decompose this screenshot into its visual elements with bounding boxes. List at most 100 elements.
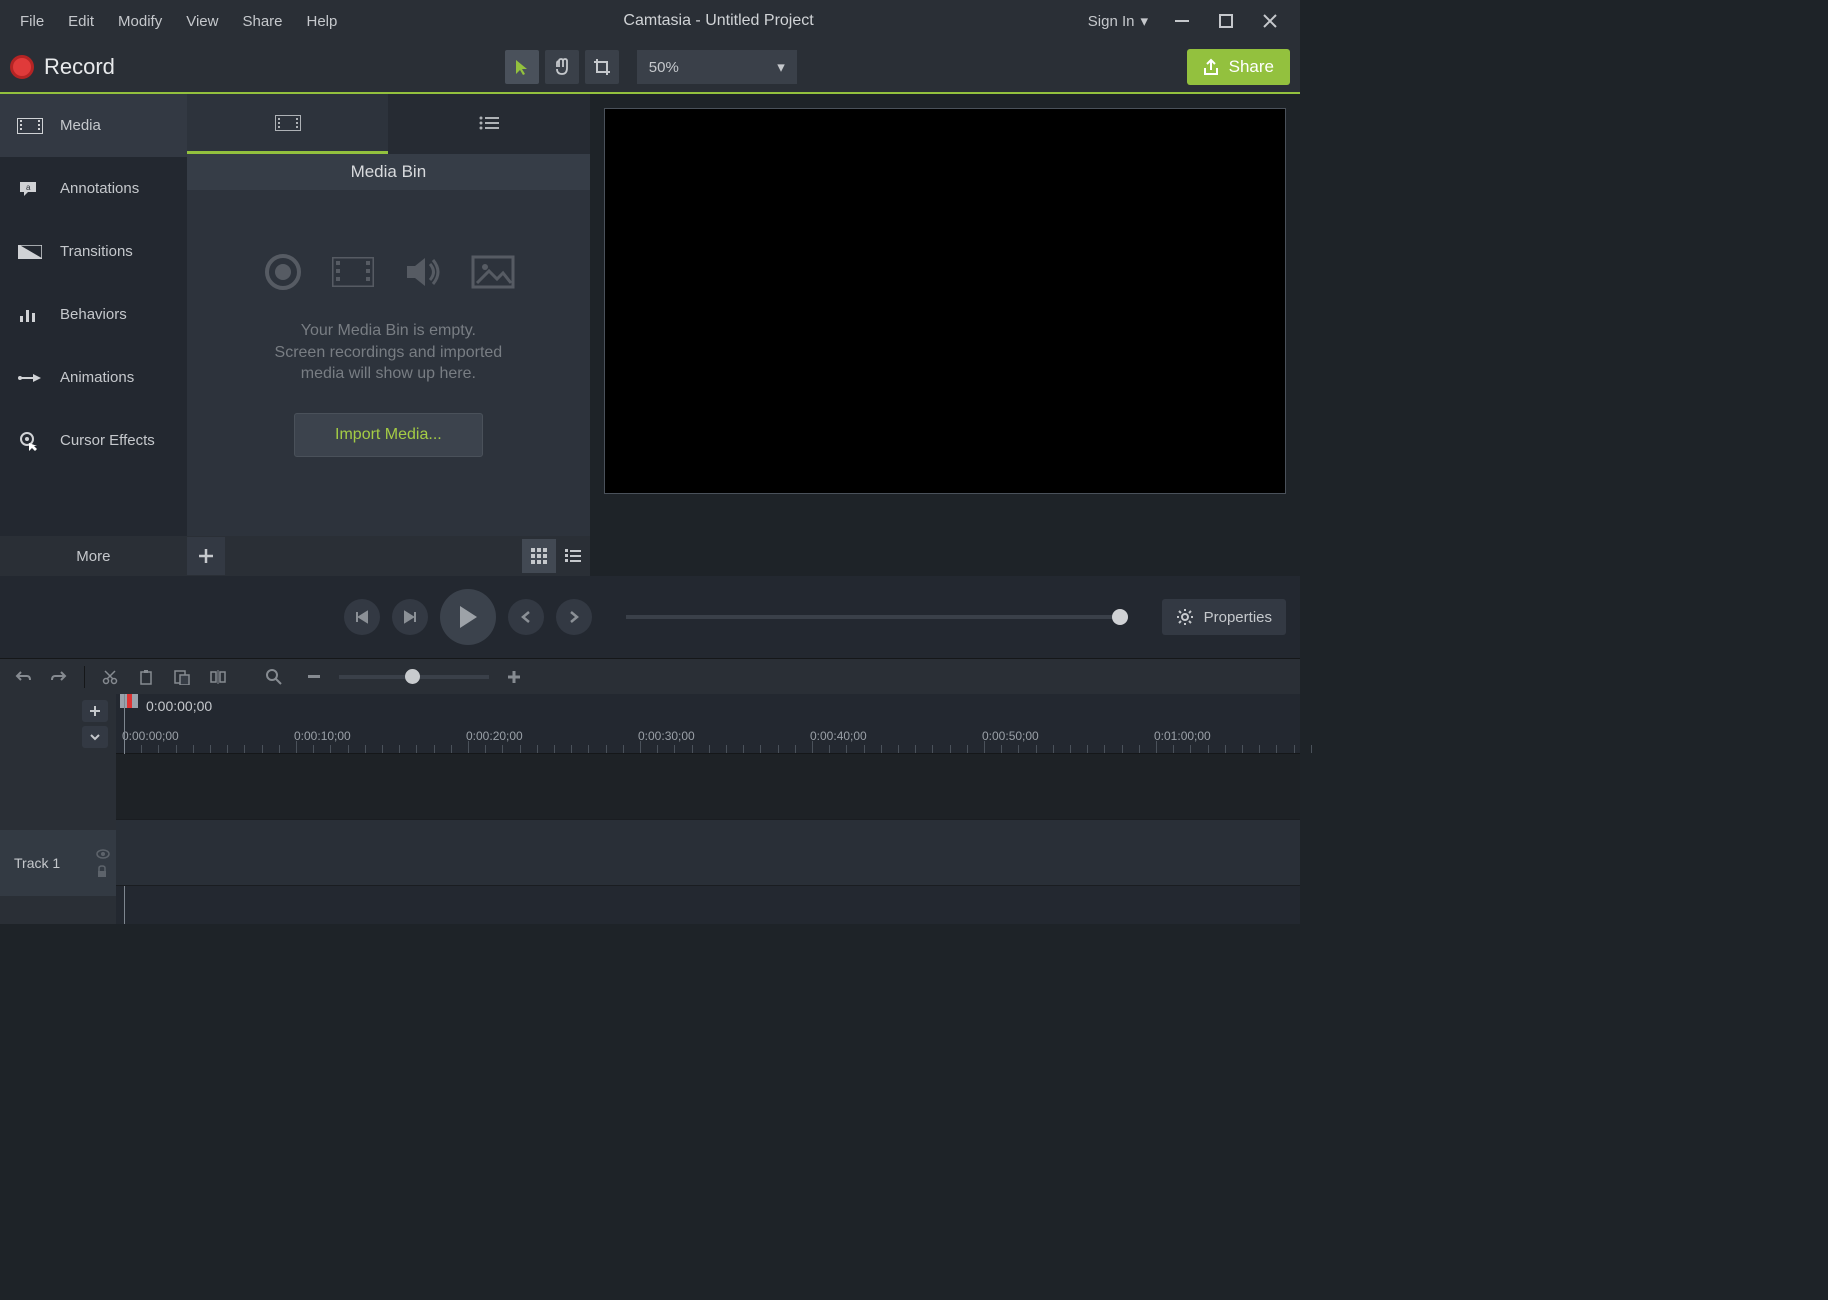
- prev-button[interactable]: [508, 599, 544, 635]
- sidebar-item-cursor-effects[interactable]: Cursor Effects: [0, 409, 187, 472]
- undo-button[interactable]: [8, 663, 38, 691]
- menu-help[interactable]: Help: [295, 5, 350, 38]
- collapse-button[interactable]: [82, 726, 108, 748]
- playback-bar: Properties: [0, 576, 1300, 658]
- minimize-button[interactable]: [1172, 11, 1192, 31]
- maximize-button[interactable]: [1216, 11, 1236, 31]
- menu-file[interactable]: File: [8, 5, 56, 38]
- crop-tool[interactable]: [585, 50, 619, 84]
- sidebar-item-annotations[interactable]: a Annotations: [0, 157, 187, 220]
- timeline-ticks: 0:00:00;000:00:10;000:00:20;000:00:30;00…: [116, 725, 1300, 753]
- annotation-icon: a: [16, 179, 44, 199]
- next-frame-button[interactable]: [392, 599, 428, 635]
- sidebar-item-media[interactable]: Media: [0, 94, 187, 157]
- share-icon: [1203, 58, 1219, 76]
- svg-text:a: a: [26, 183, 31, 192]
- tab-list[interactable]: [388, 94, 590, 154]
- filmstrip-icon: [275, 115, 301, 131]
- audio-icon: [401, 250, 445, 294]
- close-button[interactable]: [1260, 11, 1280, 31]
- signin-label: Sign In: [1088, 13, 1135, 30]
- filmstrip-icon: [16, 116, 44, 136]
- tick-label: 0:00:00;00: [122, 729, 179, 743]
- sidebar-item-animations[interactable]: Animations: [0, 346, 187, 409]
- gear-icon: [1176, 608, 1194, 626]
- prev-frame-button[interactable]: [344, 599, 380, 635]
- image-icon: [471, 250, 515, 294]
- tool-sidebar: Media a Annotations Transitions Behavior…: [0, 94, 187, 576]
- zoom-search-icon: [259, 663, 289, 691]
- copy-button[interactable]: [131, 663, 161, 691]
- zoom-value: 50%: [649, 59, 679, 76]
- slider-handle[interactable]: [405, 669, 420, 684]
- timeline: Track 1 0:00:00;00 0:00:00;000:00:10;000…: [0, 694, 1300, 924]
- menu-edit[interactable]: Edit: [56, 5, 106, 38]
- import-media-button[interactable]: Import Media...: [294, 413, 483, 457]
- playhead[interactable]: [120, 694, 138, 708]
- redo-button[interactable]: [44, 663, 74, 691]
- timeline-left-panel: Track 1: [0, 694, 116, 924]
- sidebar-item-transitions[interactable]: Transitions: [0, 220, 187, 283]
- lock-icon[interactable]: [96, 865, 108, 877]
- play-button[interactable]: [440, 589, 496, 645]
- sidebar-item-label: Annotations: [60, 180, 139, 197]
- tick-label: 0:00:50;00: [982, 729, 1039, 743]
- record-button[interactable]: Record: [10, 54, 115, 80]
- eye-icon[interactable]: [96, 849, 110, 859]
- timeline-tracks: [116, 754, 1300, 924]
- play-icon: [457, 604, 479, 630]
- top-toolbar: Record 50% ▾ Share: [0, 42, 1300, 94]
- track-1-lane[interactable]: [116, 820, 1300, 886]
- timeline-main[interactable]: 0:00:00;00 0:00:00;000:00:10;000:00:20;0…: [116, 694, 1300, 924]
- chevron-down-icon: ▾: [777, 58, 785, 76]
- menu-view[interactable]: View: [174, 5, 230, 38]
- panel-title: Media Bin: [187, 154, 590, 190]
- record-circle-icon: [261, 250, 305, 294]
- cut-button[interactable]: [95, 663, 125, 691]
- pointer-tool[interactable]: [505, 50, 539, 84]
- hand-tool[interactable]: [545, 50, 579, 84]
- timeline-zoom-slider[interactable]: [339, 675, 489, 679]
- add-button[interactable]: [187, 537, 225, 575]
- track-spacer: [116, 754, 1300, 820]
- sidebar-item-behaviors[interactable]: Behaviors: [0, 283, 187, 346]
- video-icon: [331, 250, 375, 294]
- signin-button[interactable]: Sign In ▾: [1088, 12, 1148, 30]
- menu-modify[interactable]: Modify: [106, 5, 174, 38]
- zoom-select[interactable]: 50% ▾: [637, 50, 797, 84]
- timeline-ruler[interactable]: 0:00:00;00 0:00:00;000:00:10;000:00:20;0…: [116, 694, 1300, 754]
- tab-thumbnails[interactable]: [187, 94, 389, 154]
- sidebar-item-label: Media: [60, 117, 101, 134]
- playback-scrubber[interactable]: [626, 615, 1128, 619]
- zoom-in-button[interactable]: [499, 663, 529, 691]
- behaviors-icon: [16, 305, 44, 325]
- menu-share[interactable]: Share: [230, 5, 294, 38]
- add-track-button[interactable]: [82, 700, 108, 722]
- transition-icon: [16, 242, 44, 262]
- panel-footer: [187, 536, 590, 576]
- grid-view-button[interactable]: [522, 539, 556, 573]
- main-menu: File Edit Modify View Share Help: [8, 5, 349, 38]
- track-1-label: Track 1: [14, 855, 60, 871]
- canvas[interactable]: [604, 108, 1286, 494]
- properties-button[interactable]: Properties: [1162, 599, 1286, 635]
- scrubber-handle[interactable]: [1112, 609, 1128, 625]
- track-1-header[interactable]: Track 1: [0, 830, 116, 896]
- grid-icon: [531, 548, 547, 564]
- sidebar-item-label: Behaviors: [60, 306, 127, 323]
- zoom-out-button[interactable]: [299, 663, 329, 691]
- next-button[interactable]: [556, 599, 592, 635]
- window-title: Camtasia - Untitled Project: [349, 12, 1087, 30]
- current-time: 0:00:00;00: [146, 698, 212, 714]
- tick-label: 0:00:40;00: [810, 729, 867, 743]
- sidebar-item-label: Cursor Effects: [60, 432, 155, 449]
- record-icon: [10, 55, 34, 79]
- list-view-button[interactable]: [556, 539, 590, 573]
- share-button[interactable]: Share: [1187, 49, 1290, 85]
- empty-line3: media will show up here.: [275, 363, 503, 385]
- tick-label: 0:01:00;00: [1154, 729, 1211, 743]
- split-button[interactable]: [203, 663, 233, 691]
- paste-button[interactable]: [167, 663, 197, 691]
- titlebar: File Edit Modify View Share Help Camtasi…: [0, 0, 1300, 42]
- sidebar-more[interactable]: More: [0, 536, 187, 576]
